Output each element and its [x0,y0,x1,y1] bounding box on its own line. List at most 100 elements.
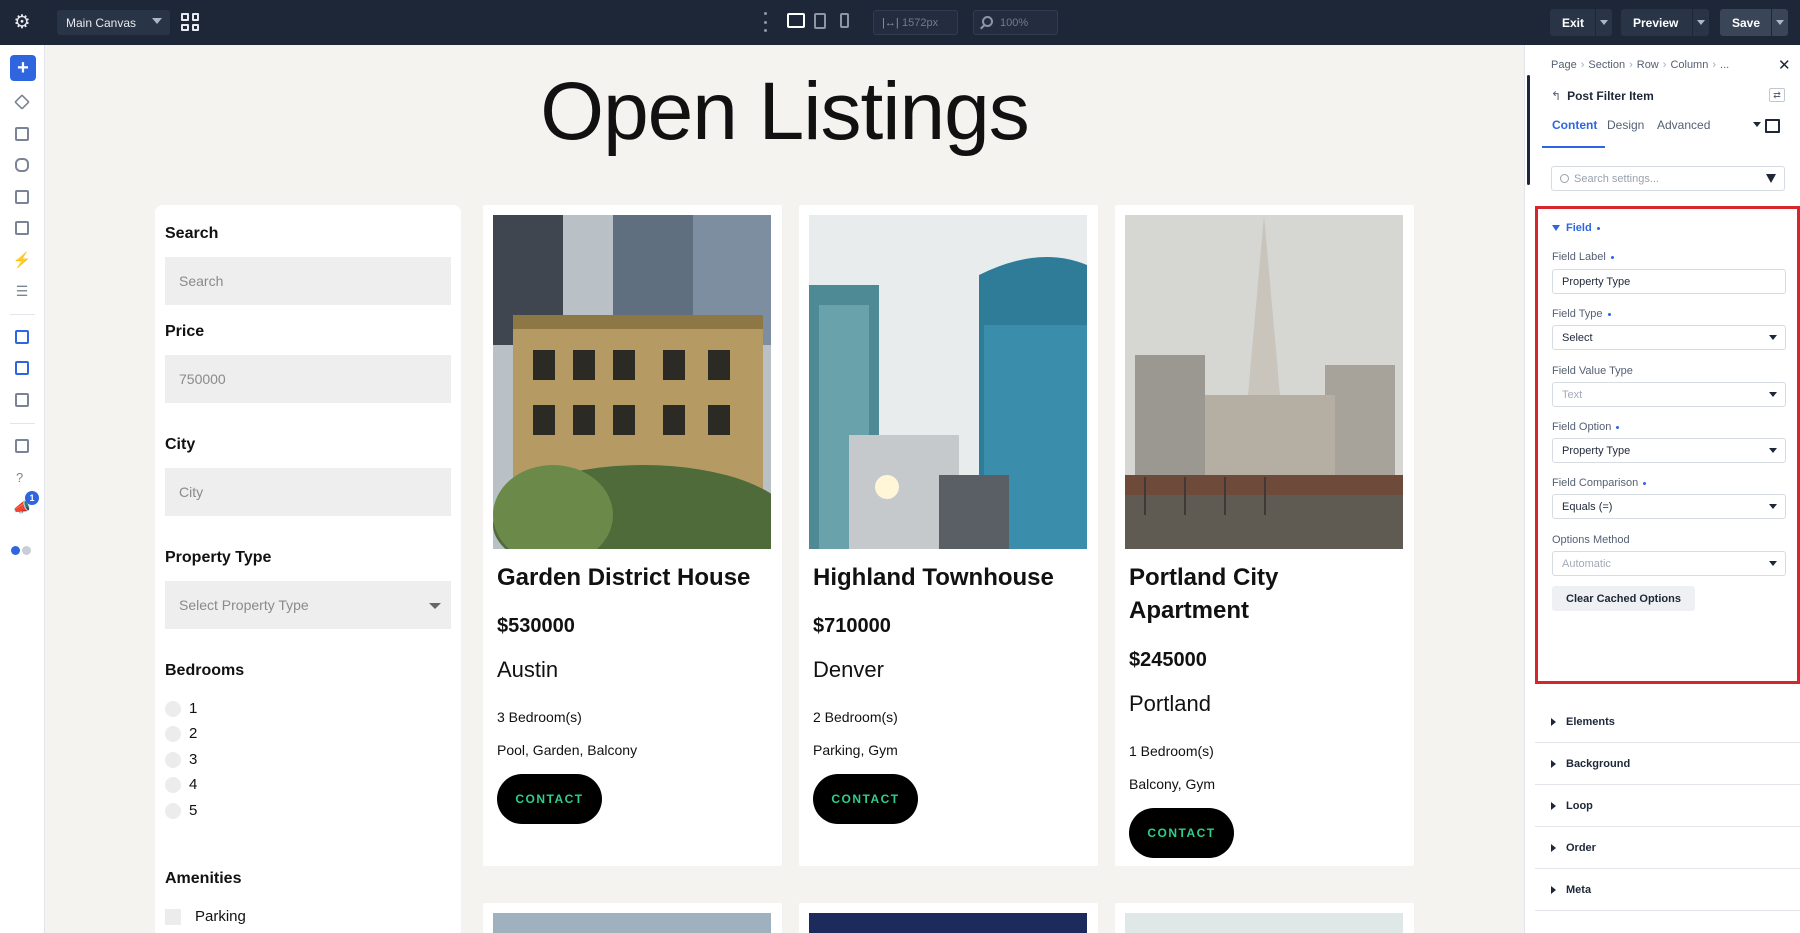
city-input[interactable]: City [165,468,451,516]
field-type-select[interactable]: Select [1552,325,1786,350]
preview-button[interactable]: Preview [1621,9,1709,36]
form-icon[interactable] [13,188,31,206]
contact-button[interactable]: CONTACT [497,774,602,824]
bedroom-option-4[interactable]: 4 [165,776,197,793]
grid-icon[interactable] [181,13,199,31]
tabs-more-chevron-icon[interactable] [1753,122,1761,127]
search-icon [1560,174,1569,183]
options-method-select[interactable]: Automatic [1552,551,1786,576]
caret-right-icon [1551,759,1556,768]
zoom-field[interactable]: 100% [973,10,1058,35]
breadcrumb-column[interactable]: Column [1670,59,1708,71]
bedroom-option-3[interactable]: 3 [165,751,197,768]
section-meta[interactable]: Meta [1535,869,1800,911]
contact-button[interactable]: CONTACT [813,774,918,824]
exit-dropdown-chevron-icon[interactable] [1595,9,1612,36]
breadcrumb-more[interactable]: ... [1720,59,1729,71]
caret-right-icon [1551,843,1556,852]
copy-icon[interactable] [13,437,31,455]
close-icon[interactable]: ✕ [1778,56,1791,74]
radio-button[interactable] [165,751,181,768]
section-loop[interactable]: Loop [1535,785,1800,827]
breadcrumb-section[interactable]: Section [1588,59,1625,71]
section-label: Meta [1566,883,1592,896]
field-value-type-select[interactable]: Text [1552,382,1786,407]
help-icon[interactable]: ? [16,470,23,485]
section-label: Order [1566,841,1596,854]
database-icon[interactable] [13,156,31,174]
breadcrumb-page[interactable]: Page [1551,59,1577,71]
tablet-view-icon[interactable] [814,13,826,29]
filter-icon[interactable] [1766,174,1776,183]
phone-view-icon[interactable] [840,13,849,28]
section-order[interactable]: Order [1535,827,1800,869]
bedroom-option-label: 1 [189,700,198,717]
element-options-icon[interactable]: ⇄ [1769,88,1785,102]
field-comparison-value: Equals (=) [1562,500,1613,513]
section-label: Loop [1566,799,1593,812]
amenity-option-label: Parking [195,908,246,925]
search-input-placeholder: Search [179,273,224,289]
listing-city: Portland [1129,691,1211,716]
panel-tabs: Content Design Advanced [1542,118,1800,142]
caret-down-icon [1769,561,1777,566]
field-label-input[interactable]: Property Type [1552,269,1786,294]
loop-builder-icon[interactable] [13,328,31,346]
field-section-toggle[interactable]: Field [1552,222,1600,234]
clear-cached-options-button[interactable]: Clear Cached Options [1552,586,1695,611]
template-icon[interactable] [13,391,31,409]
listing-city: Austin [497,657,559,682]
layers-icon[interactable] [13,93,31,111]
radio-button[interactable] [165,700,181,717]
city-label: City [165,436,196,453]
radio-button[interactable] [165,725,181,742]
settings-search-input[interactable]: Search settings... [1551,166,1785,191]
property-type-select[interactable]: Select Property Type [165,581,451,629]
breadcrumb-row[interactable]: Row [1637,59,1659,71]
back-arrow-icon[interactable]: ↰ [1551,89,1561,103]
more-vertical-icon[interactable] [762,12,768,32]
exit-button[interactable]: Exit [1550,9,1612,36]
sliders-icon[interactable]: ☰ [13,282,31,300]
panel-scrollbar[interactable] [1527,75,1530,185]
pages-icon[interactable] [13,219,31,237]
radio-button[interactable] [165,802,181,819]
price-input[interactable]: 750000 [165,355,451,403]
field-comparison-select[interactable]: Equals (=) [1552,494,1786,519]
checkbox[interactable] [165,908,181,925]
canvas-selector[interactable]: Main Canvas [57,10,170,35]
tab-content[interactable]: Content [1552,118,1597,132]
listing-name: Portland City Apartment [1129,564,1279,624]
amenity-option-parking[interactable]: Parking [165,908,246,925]
section-elements[interactable]: Elements [1535,701,1800,743]
preview-dropdown-chevron-icon[interactable] [1692,9,1709,36]
field-value-type-value: Text [1562,388,1583,401]
gear-icon[interactable]: ⚙ [11,11,33,33]
field-option-select[interactable]: Property Type [1552,438,1786,463]
expand-panel-icon[interactable] [1765,119,1780,133]
add-element-button[interactable]: + [10,55,36,81]
tab-advanced[interactable]: Advanced [1657,118,1710,132]
search-input[interactable]: Search [165,257,451,305]
post-filter-icon[interactable] [13,359,31,377]
contact-button[interactable]: CONTACT [1129,808,1234,858]
desktop-view-icon[interactable] [787,13,805,28]
tab-design[interactable]: Design [1607,118,1644,132]
preview-button-label: Preview [1633,15,1679,30]
bedroom-option-1[interactable]: 1 [165,700,197,717]
listing-amenities: Balcony, Gym [1129,776,1216,792]
lightning-icon[interactable]: ⚡ [13,251,32,269]
radio-button[interactable] [165,776,181,793]
canvas-width-field[interactable]: |↔| 1572px [873,10,958,35]
listing-photo [493,215,771,549]
bedroom-option-5[interactable]: 5 [165,802,197,819]
bedroom-option-2[interactable]: 2 [165,725,197,742]
design-library-icon[interactable] [13,125,31,143]
caret-down-icon [1769,504,1777,509]
theme-toggle[interactable] [11,546,33,556]
section-background[interactable]: Background [1535,743,1800,785]
save-button[interactable]: Save [1720,9,1788,36]
listing-card: Highland Townhouse $710000 Denver 2 Bedr… [799,205,1098,866]
save-dropdown-chevron-icon[interactable] [1771,9,1788,36]
search-label: Search [165,225,219,242]
